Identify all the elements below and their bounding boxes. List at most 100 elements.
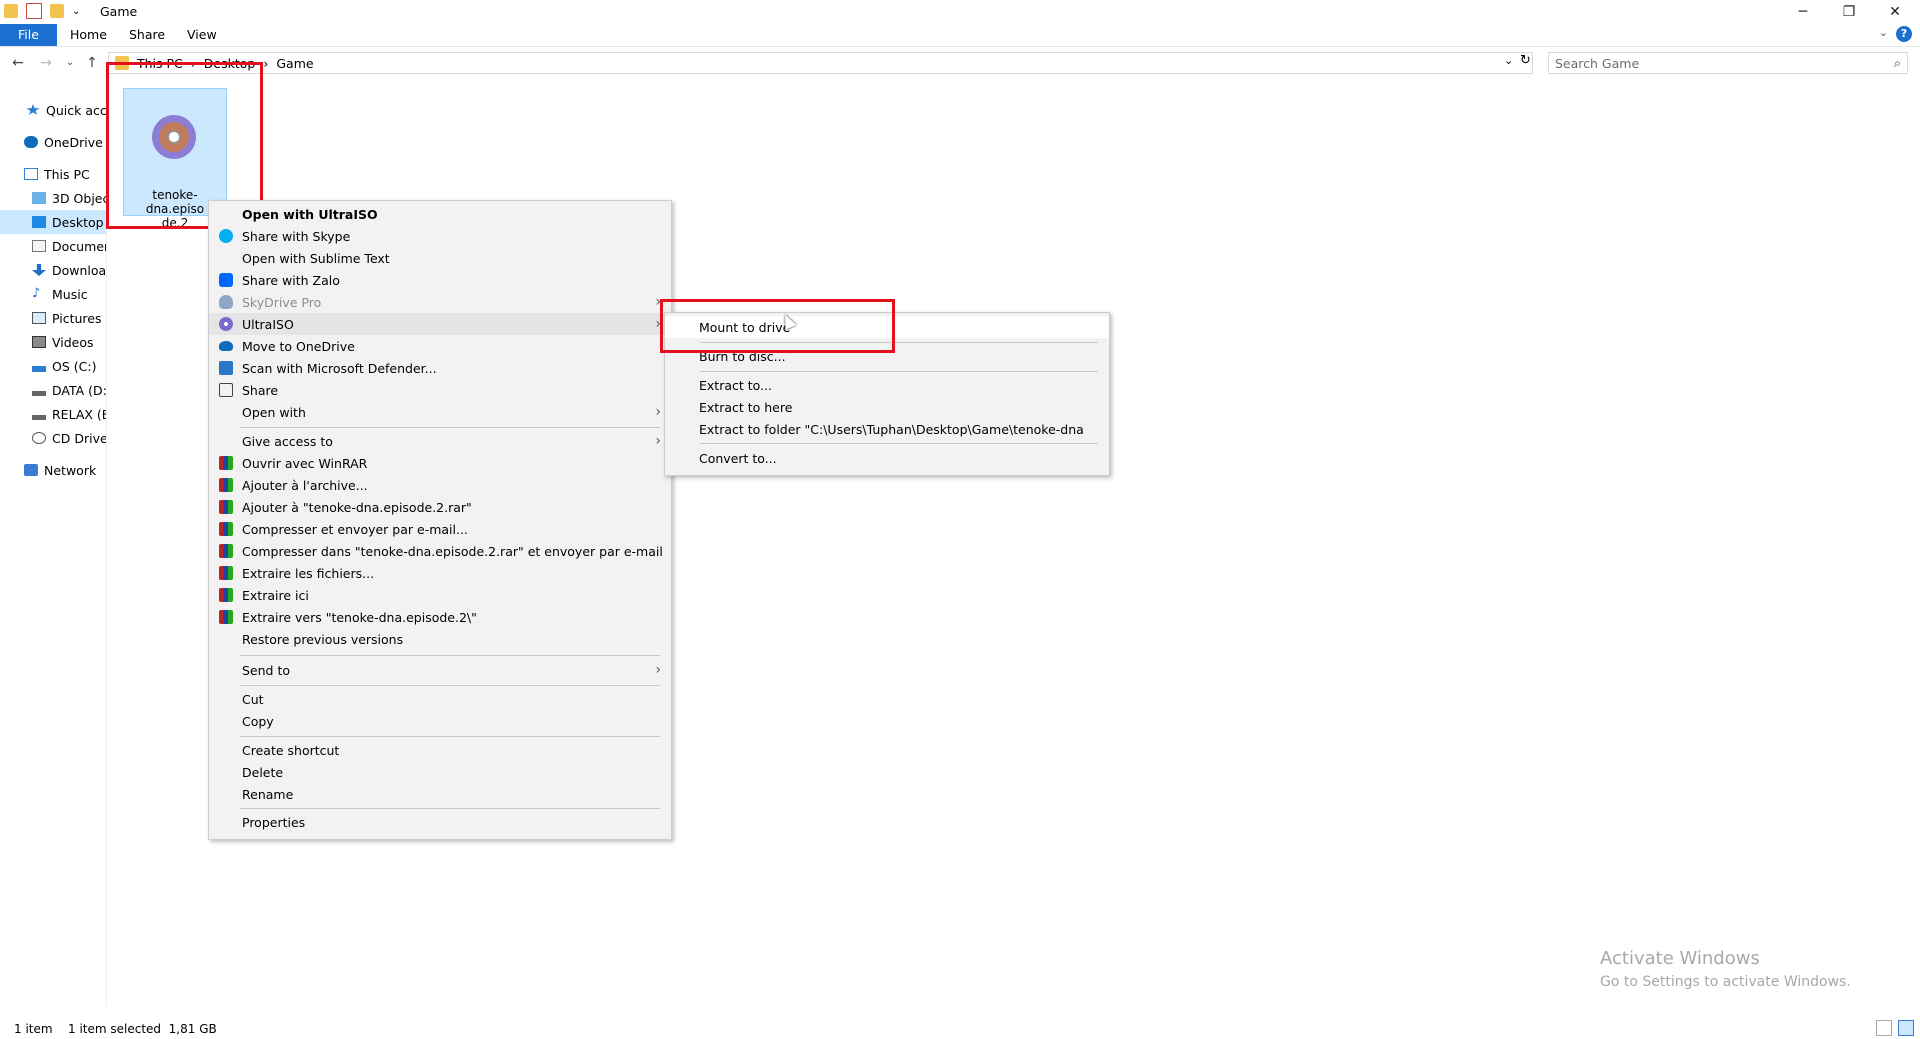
quick-access-toolbar: ⌄ [4, 3, 80, 19]
menu-item-label: Extract to folder "C:\Users\Tuphan\Deskt… [699, 421, 1084, 437]
menu-item-share-with-zalo[interactable]: Share with Zalo [209, 269, 671, 291]
menu-item-share[interactable]: Share [209, 379, 671, 401]
minimize-button[interactable]: ─ [1780, 0, 1826, 24]
menu-item-ultraiso[interactable]: UltraISO › [209, 313, 671, 335]
sidebar-item-this-pc[interactable]: This PC [0, 162, 106, 186]
sidebar-item-3d-objects[interactable]: 3D Objects [0, 186, 106, 210]
refresh-button[interactable]: ↻ [1520, 53, 1531, 68]
sidebar-item-os-c[interactable]: OS (C:) [0, 354, 106, 378]
menu-item-copy[interactable]: Copy [209, 710, 671, 732]
menu-item-compresser-dans-email[interactable]: Compresser dans "tenoke-dna.episode.2.ra… [209, 540, 671, 562]
back-button[interactable]: ← [8, 53, 28, 73]
sidebar-item-network[interactable]: Network [0, 458, 106, 482]
maximize-button[interactable]: ❐ [1826, 0, 1872, 24]
activation-watermark-subtitle: Go to Settings to activate Windows. [1600, 974, 1851, 990]
share-icon [219, 383, 233, 397]
menu-item-label: Open with Sublime Text [242, 250, 390, 266]
winrar-icon [219, 610, 233, 624]
help-icon[interactable]: ? [1896, 26, 1912, 42]
sidebar-item-cd-drive[interactable]: CD Drive (F:) [0, 426, 106, 450]
menu-item-label: Open with [242, 404, 306, 420]
winrar-icon [219, 588, 233, 602]
sidebar-item-desktop[interactable]: Desktop [0, 210, 106, 234]
menu-item-label: Move to OneDrive [242, 338, 355, 354]
recent-locations-button[interactable]: ⌄ [60, 53, 80, 73]
address-bar[interactable]: This PC › Desktop › Game [108, 52, 1533, 74]
breadcrumb-separator[interactable]: › [263, 56, 268, 71]
menu-item-label: Share with Zalo [242, 272, 340, 288]
menu-item-label: Copy [242, 713, 274, 729]
menu-item-open-with-ultraiso[interactable]: Open with UltraISO [209, 203, 671, 225]
close-button[interactable]: ✕ [1872, 0, 1918, 24]
sidebar-item-label: OneDrive - Personal [44, 134, 106, 150]
folder-icon[interactable] [4, 4, 18, 18]
menu-item-ouvrir-winrar[interactable]: Ouvrir avec WinRAR [209, 452, 671, 474]
menu-item-share-with-skype[interactable]: Share with Skype [209, 225, 671, 247]
menu-item-create-shortcut[interactable]: Create shortcut [209, 739, 671, 761]
menu-item-extraire-fichiers[interactable]: Extraire les fichiers... [209, 562, 671, 584]
menu-item-extraire-ici[interactable]: Extraire ici [209, 584, 671, 606]
breadcrumb-game[interactable]: Game [276, 56, 313, 71]
sidebar-item-label: OS (C:) [52, 358, 97, 374]
skydrive-icon [219, 295, 233, 309]
large-icons-view-icon[interactable] [1898, 1020, 1914, 1036]
search-icon: ⌕ [1893, 55, 1901, 70]
up-button[interactable]: ↑ [82, 53, 102, 73]
menu-item-label: Extraire ici [242, 587, 309, 603]
new-folder-icon[interactable] [50, 4, 64, 18]
winrar-icon [219, 500, 233, 514]
menu-separator [240, 808, 660, 809]
menu-item-give-access-to[interactable]: Give access to › [209, 430, 671, 452]
menu-item-move-to-onedrive[interactable]: Move to OneDrive [209, 335, 671, 357]
menu-item-rename[interactable]: Rename [209, 783, 671, 805]
tab-share[interactable]: Share [115, 24, 179, 46]
menu-item-scan-defender[interactable]: Scan with Microsoft Defender... [209, 357, 671, 379]
menu-item-cut[interactable]: Cut [209, 688, 671, 710]
sidebar-item-label: Pictures [52, 310, 102, 326]
menu-item-compresser-email[interactable]: Compresser et envoyer par e-mail... [209, 518, 671, 540]
menu-item-label: Compresser et envoyer par e-mail... [242, 521, 468, 537]
menu-item-send-to[interactable]: Send to › [209, 659, 671, 681]
address-dropdown-icon[interactable]: ⌄ [1504, 54, 1513, 67]
menu-item-ajouter-rar[interactable]: Ajouter à "tenoke-dna.episode.2.rar" [209, 496, 671, 518]
sidebar-item-downloads[interactable]: Downloads [0, 258, 106, 282]
submenu-item-extract-to[interactable]: Extract to... [665, 374, 1109, 396]
sidebar-item-label: 3D Objects [52, 190, 106, 206]
activation-watermark-title: Activate Windows [1600, 948, 1760, 969]
menu-item-open-with-sublime[interactable]: Open with Sublime Text [209, 247, 671, 269]
forward-button[interactable]: → [36, 53, 56, 73]
menu-separator [240, 655, 660, 656]
drive-icon [32, 408, 46, 420]
sidebar-item-quick-access[interactable]: Quick access [0, 98, 106, 122]
menu-item-open-with[interactable]: Open with › [209, 401, 671, 423]
menu-item-properties[interactable]: Properties [209, 811, 671, 833]
sidebar-item-pictures[interactable]: Pictures [0, 306, 106, 330]
submenu-item-convert-to[interactable]: Convert to... [665, 447, 1109, 469]
menu-item-delete[interactable]: Delete [209, 761, 671, 783]
drive-icon [32, 384, 46, 396]
tab-file[interactable]: File [0, 24, 57, 46]
chevron-right-icon: › [655, 433, 661, 449]
menu-item-ajouter-archive[interactable]: Ajouter à l'archive... [209, 474, 671, 496]
desktop-icon [32, 216, 46, 228]
sidebar-item-relax-e[interactable]: RELAX (E:) [0, 402, 106, 426]
sidebar-item-documents[interactable]: Documents [0, 234, 106, 258]
menu-item-label: Ouvrir avec WinRAR [242, 455, 368, 471]
customize-toolbar-icon[interactable]: ⌄ [72, 6, 80, 17]
details-view-icon[interactable] [1876, 1020, 1892, 1036]
menu-item-extraire-vers[interactable]: Extraire vers "tenoke-dna.episode.2\" [209, 606, 671, 628]
search-input[interactable]: Search Game ⌕ [1548, 52, 1908, 74]
submenu-item-extract-to-here[interactable]: Extract to here [665, 396, 1109, 418]
menu-item-restore-previous[interactable]: Restore previous versions [209, 628, 671, 650]
sidebar-item-music[interactable]: ♪ Music [0, 282, 106, 306]
menu-item-skydrive-pro[interactable]: SkyDrive Pro › [209, 291, 671, 313]
tab-home[interactable]: Home [56, 24, 121, 46]
menu-item-label: SkyDrive Pro [242, 294, 322, 310]
sidebar-item-onedrive[interactable]: OneDrive - Personal [0, 130, 106, 154]
submenu-item-extract-to-folder[interactable]: Extract to folder "C:\Users\Tuphan\Deskt… [665, 418, 1109, 440]
properties-icon[interactable] [26, 3, 42, 19]
sidebar-item-videos[interactable]: Videos [0, 330, 106, 354]
tab-view[interactable]: View [173, 24, 231, 46]
sidebar-item-data-d[interactable]: DATA (D:) [0, 378, 106, 402]
ribbon-collapse-icon[interactable]: ⌄ [1879, 26, 1888, 39]
